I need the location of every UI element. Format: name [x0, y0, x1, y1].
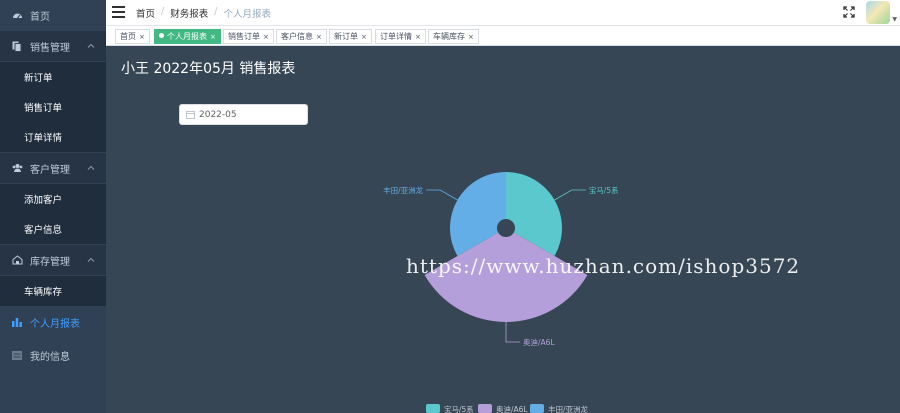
label-line-2 [426, 189, 458, 201]
close-icon[interactable]: × [316, 33, 322, 41]
close-icon[interactable]: × [468, 33, 474, 41]
tag-label: 个人月报表 [167, 32, 207, 41]
breadcrumb-home[interactable]: 首页 [136, 6, 155, 20]
users-icon [11, 162, 23, 174]
close-icon[interactable]: × [415, 33, 421, 41]
tag-label: 首页 [120, 32, 136, 41]
legend-swatch-2[interactable] [530, 404, 544, 413]
breadcrumb-current: 个人月报表 [223, 9, 271, 20]
slice-label-1: 奥迪/A6L [523, 337, 555, 347]
tag-label: 销售订单 [228, 32, 260, 41]
sidebar-item-label: 客户管理 [30, 164, 70, 176]
dashboard-icon [11, 9, 23, 21]
tag-label: 新订单 [334, 32, 358, 41]
legend-label-2[interactable]: 丰田/亚洲龙 [548, 404, 589, 413]
tag-vehicle-stock[interactable]: 车辆库存 × [428, 29, 479, 44]
watermark-text: https://www.huzhan.com/ishop3572 [406, 254, 801, 278]
sidebar-item-vehicle-stock[interactable]: 车辆库存 [0, 276, 106, 306]
list-icon [11, 349, 23, 361]
close-icon[interactable]: × [210, 33, 216, 41]
tag-label: 车辆库存 [433, 32, 465, 41]
bar-chart-icon [11, 316, 23, 328]
sidebar-item-label: 个人月报表 [30, 318, 80, 330]
legend-swatch-0[interactable] [426, 404, 440, 413]
tag-label: 客户信息 [281, 32, 313, 41]
tag-order-details[interactable]: 订单详情 × [375, 29, 426, 44]
avatar[interactable] [866, 1, 890, 24]
breadcrumb-finance[interactable]: 财务报表 [170, 6, 208, 20]
label-line-1 [505, 322, 520, 343]
sales-rose-chart: 宝马/5系奥迪/A6L丰田/亚洲龙宝马/5系 奥迪/A6L 丰田/亚洲龙 [383, 172, 619, 413]
sidebar-item-label: 库存管理 [30, 256, 70, 268]
warehouse-icon [11, 254, 23, 266]
close-icon[interactable]: × [263, 33, 269, 41]
tag-sales-orders[interactable]: 销售订单 × [223, 29, 274, 44]
documents-icon [11, 40, 23, 52]
navbar: 首页 / 财务报表 / 个人月报表 ▼ [106, 0, 900, 26]
tag-new-order[interactable]: 新订单 × [329, 29, 372, 44]
tag-customer-info[interactable]: 客户信息 × [276, 29, 327, 44]
sidebar-item-customers[interactable]: 客户管理 [0, 153, 106, 183]
sidebar-item-add-customer[interactable]: 添加客户 [0, 184, 106, 214]
caret-down-icon[interactable]: ▼ [892, 16, 897, 23]
chevron-up-icon [87, 257, 95, 262]
close-icon[interactable]: × [139, 33, 145, 41]
sidebar-item-inventory[interactable]: 库存管理 [0, 245, 106, 275]
sidebar-item-label: 销售管理 [30, 42, 70, 54]
sidebar-item-new-order[interactable]: 新订单 [0, 62, 106, 92]
legend-label-1[interactable]: 奥迪/A6L [496, 404, 528, 413]
hamburger-icon[interactable] [112, 6, 125, 18]
sidebar-item-customer-info[interactable]: 客户信息 [0, 214, 106, 244]
sidebar-item-sales[interactable]: 销售管理 [0, 31, 106, 61]
slice-label-2: 丰田/亚洲龙 [383, 185, 424, 195]
sidebar-item-monthly-report[interactable]: 个人月报表 [0, 307, 106, 337]
tag-home[interactable]: 首页 × [115, 29, 150, 44]
legend-swatch-1[interactable] [478, 404, 492, 413]
legend-label-0[interactable]: 宝马/5系 [444, 404, 474, 413]
sidebar-item-label: 我的信息 [30, 351, 70, 363]
tags-view: 首页 × 个人月报表 × 销售订单 × 客户信息 × 新订单 × 订单详情 × 车辆库存 × [106, 26, 900, 46]
tag-label: 订单详情 [380, 32, 412, 41]
sidebar-item-label: 首页 [30, 11, 50, 23]
sidebar-item-home[interactable]: 首页 [0, 0, 106, 30]
active-dot-icon [159, 33, 164, 38]
main-content: 小王 2022年05月 销售报表 2022-05 宝马/5系 奥迪/A6L 丰田/亚… [106, 46, 900, 413]
breadcrumb: 首页 / 财务报表 / 个人月报表 [136, 6, 271, 20]
sidebar-item-my-info[interactable]: 我的信息 [0, 340, 106, 370]
slice-label-0: 宝马/5系 [589, 185, 619, 195]
sidebar: 首页 销售管理 新订单 销售订单 订单详情 客户管理 添加客户 客户信息 库存管… [0, 0, 106, 413]
chevron-up-icon [87, 43, 95, 48]
label-line-0 [554, 189, 586, 201]
sidebar-item-sales-orders[interactable]: 销售订单 [0, 92, 106, 122]
tag-monthly-report[interactable]: 个人月报表 × [154, 29, 221, 44]
sidebar-item-order-details[interactable]: 订单详情 [0, 122, 106, 152]
fullscreen-icon[interactable] [843, 6, 855, 18]
close-icon[interactable]: × [361, 33, 367, 41]
chevron-up-icon [87, 165, 95, 170]
